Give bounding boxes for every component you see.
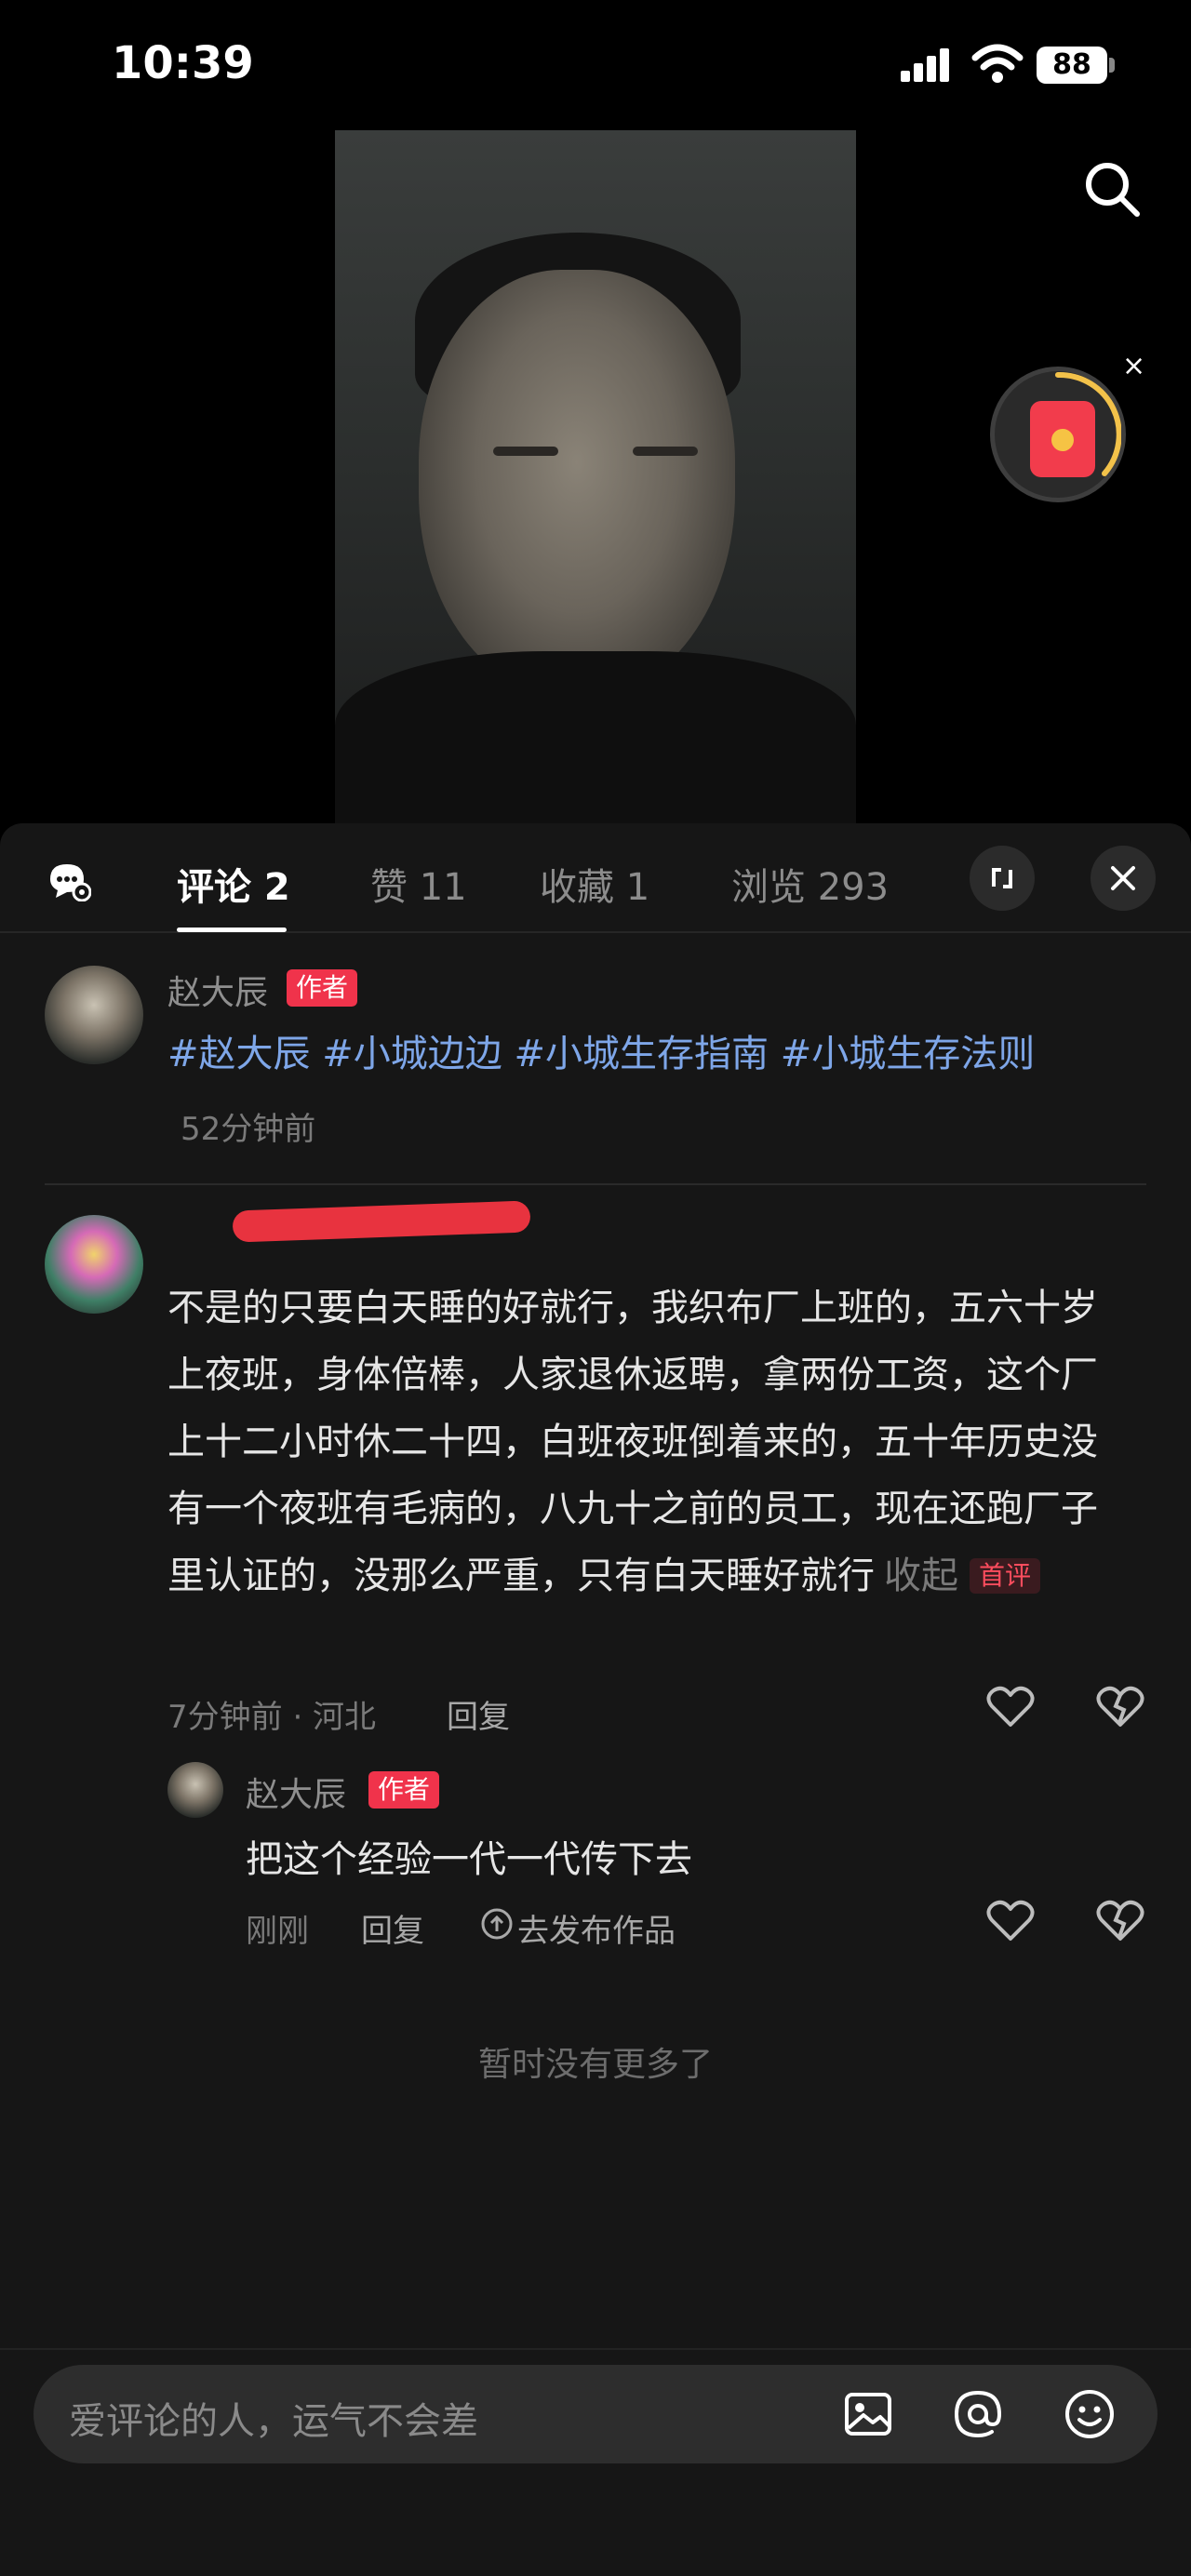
active-tab-indicator <box>177 928 287 932</box>
like-heart-icon[interactable] <box>986 1900 1035 1942</box>
author-badge: 作者 <box>287 969 358 1007</box>
wifi-icon <box>971 44 1024 83</box>
cellular-signal-icon <box>901 48 953 82</box>
expand-button[interactable] <box>970 846 1035 911</box>
post-hashtags[interactable]: #赵大辰 #小城边边 #小城生存指南 #小城生存法则 <box>167 1023 1035 1077</box>
status-bar: 10:39 88 <box>0 0 1191 130</box>
video-player[interactable] <box>335 130 856 823</box>
tab-likes[interactable]: 赞 11 <box>370 857 467 911</box>
like-heart-icon[interactable] <box>986 1686 1035 1728</box>
commenter-avatar[interactable] <box>45 1215 143 1314</box>
expand-icon <box>992 868 1012 888</box>
post-author-name[interactable]: 赵大辰 <box>167 966 268 1014</box>
comment-reply-button[interactable]: 回复 <box>447 1691 510 1737</box>
reply-reply-button[interactable]: 回复 <box>361 1905 424 1951</box>
red-packet-button[interactable] <box>990 367 1126 502</box>
comment-settings-icon[interactable] <box>47 861 91 901</box>
panel-tab-bar: 评论 2 赞 11 收藏 1 浏览 293 <box>0 823 1191 933</box>
reply-author-name[interactable]: 赵大辰 <box>246 1768 346 1816</box>
comment-meta: 7分钟前 · 河北 <box>167 1699 377 1736</box>
image-icon[interactable] <box>839 2385 897 2443</box>
first-comment-badge: 首评 <box>970 1558 1041 1594</box>
video-figure-face <box>419 270 735 698</box>
close-icon <box>1111 866 1135 890</box>
video-figure-eye <box>493 447 558 456</box>
dislike-broken-heart-icon[interactable] <box>1096 1686 1144 1728</box>
dislike-broken-heart-icon[interactable] <box>1096 1900 1144 1942</box>
publish-work-link[interactable]: 去发布作品 <box>517 1905 676 1951</box>
video-figure-eye <box>633 447 698 456</box>
reply-author-avatar[interactable] <box>167 1762 223 1818</box>
mention-icon[interactable] <box>949 2385 1007 2443</box>
battery-indicator: 88 <box>1037 47 1107 84</box>
collapse-link[interactable]: 收起 <box>884 1555 958 1597</box>
reply-author-badge: 作者 <box>368 1771 440 1809</box>
comment-body: 不是的只要白天睡的好就行，我织布厂上班的，五六十岁上夜班，身体倍棒，人家退休返聘… <box>167 1275 1117 1609</box>
divider <box>0 2348 1191 2350</box>
red-packet-close-icon[interactable]: × <box>1122 350 1145 382</box>
divider <box>45 1183 1146 1185</box>
comment-text: 不是的只要白天睡的好就行，我织布厂上班的，五六十岁上夜班，身体倍棒，人家退休返聘… <box>167 1287 1098 1597</box>
comment-input-placeholder: 爱评论的人，运气不会差 <box>69 2400 478 2443</box>
search-icon[interactable] <box>1079 156 1146 223</box>
no-more-comments: 暂时没有更多了 <box>477 2046 713 2084</box>
reply-text: 把这个经验一代一代传下去 <box>246 1838 692 1881</box>
emoji-icon[interactable] <box>1061 2385 1118 2443</box>
post-time: 52分钟前 <box>181 1111 316 1148</box>
reply-time: 刚刚 <box>246 1913 309 1950</box>
battery-tip <box>1109 58 1115 73</box>
publish-arrow-icon <box>481 1908 513 1940</box>
close-panel-button[interactable] <box>1091 846 1156 911</box>
comment-input[interactable]: 爱评论的人，运气不会差 <box>33 2365 1158 2463</box>
status-time: 10:39 <box>112 37 254 89</box>
tab-favorites[interactable]: 收藏 1 <box>540 857 649 911</box>
author-avatar[interactable] <box>45 966 143 1064</box>
tab-comments[interactable]: 评论 2 <box>177 857 290 911</box>
red-packet-icon <box>1030 401 1095 477</box>
tab-views[interactable]: 浏览 293 <box>731 857 889 911</box>
video-figure-body <box>335 651 856 823</box>
